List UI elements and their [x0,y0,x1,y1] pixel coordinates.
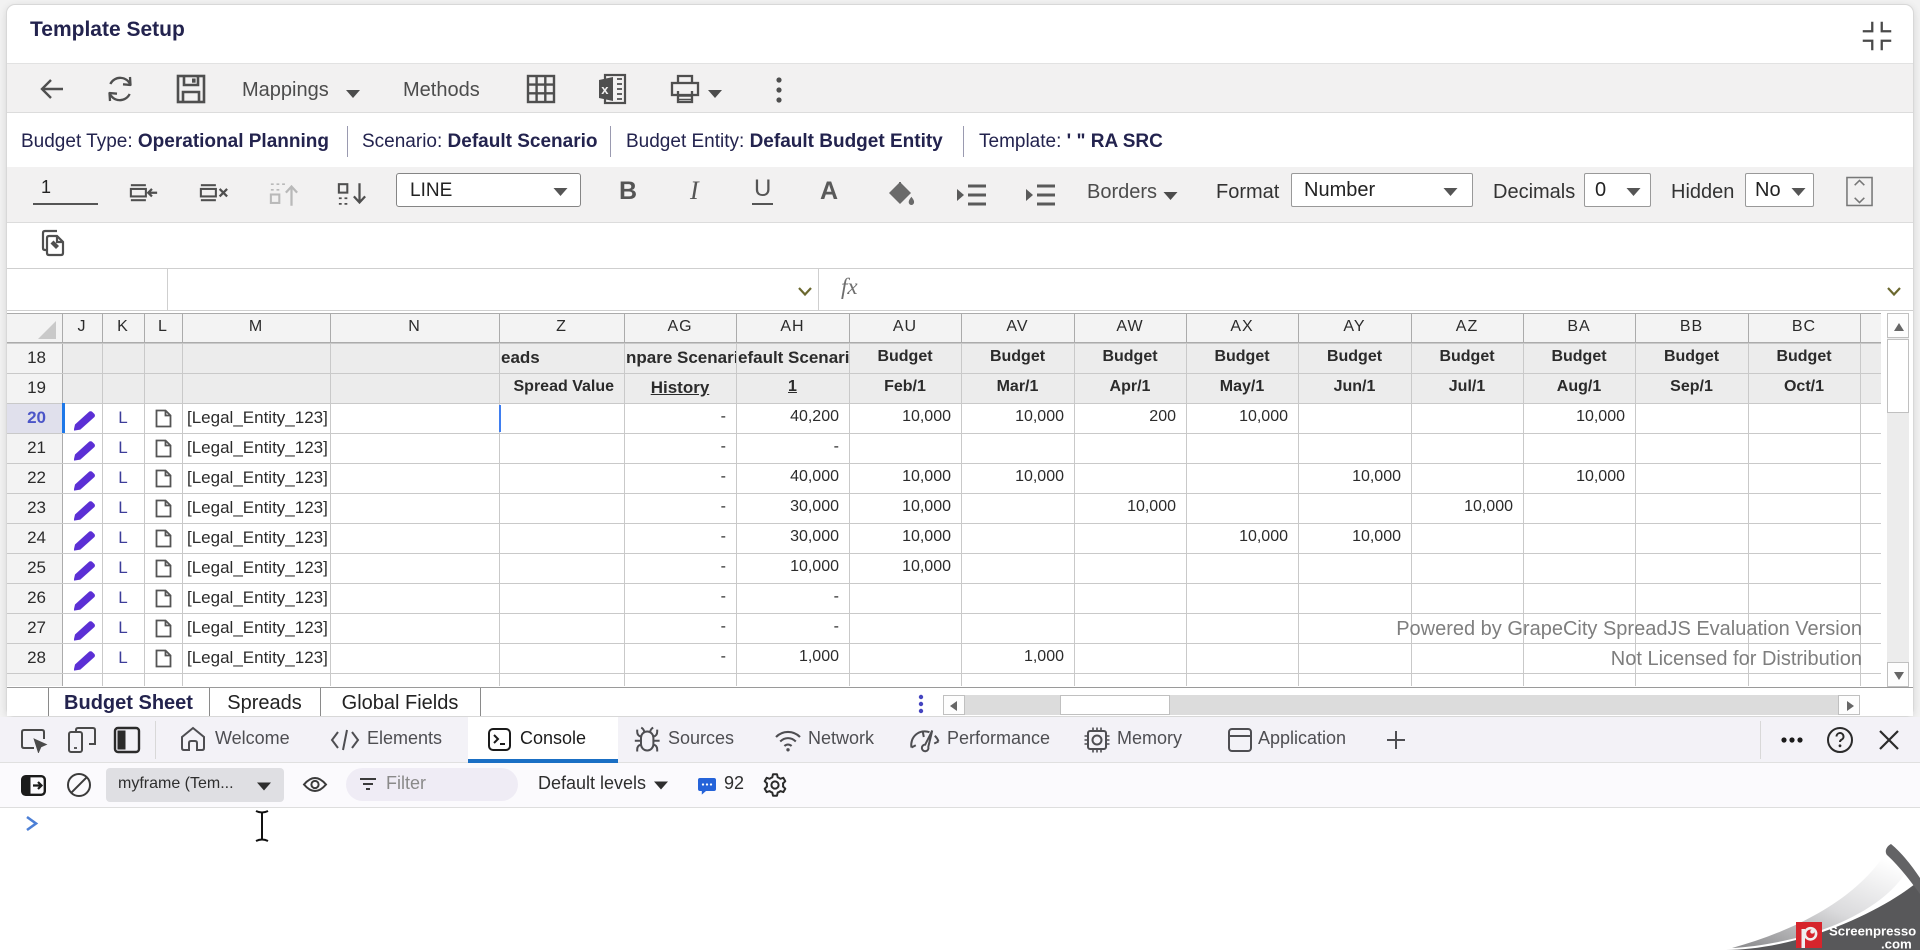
svg-text:x: x [601,82,609,97]
svg-text:.com: .com [1881,937,1912,950]
